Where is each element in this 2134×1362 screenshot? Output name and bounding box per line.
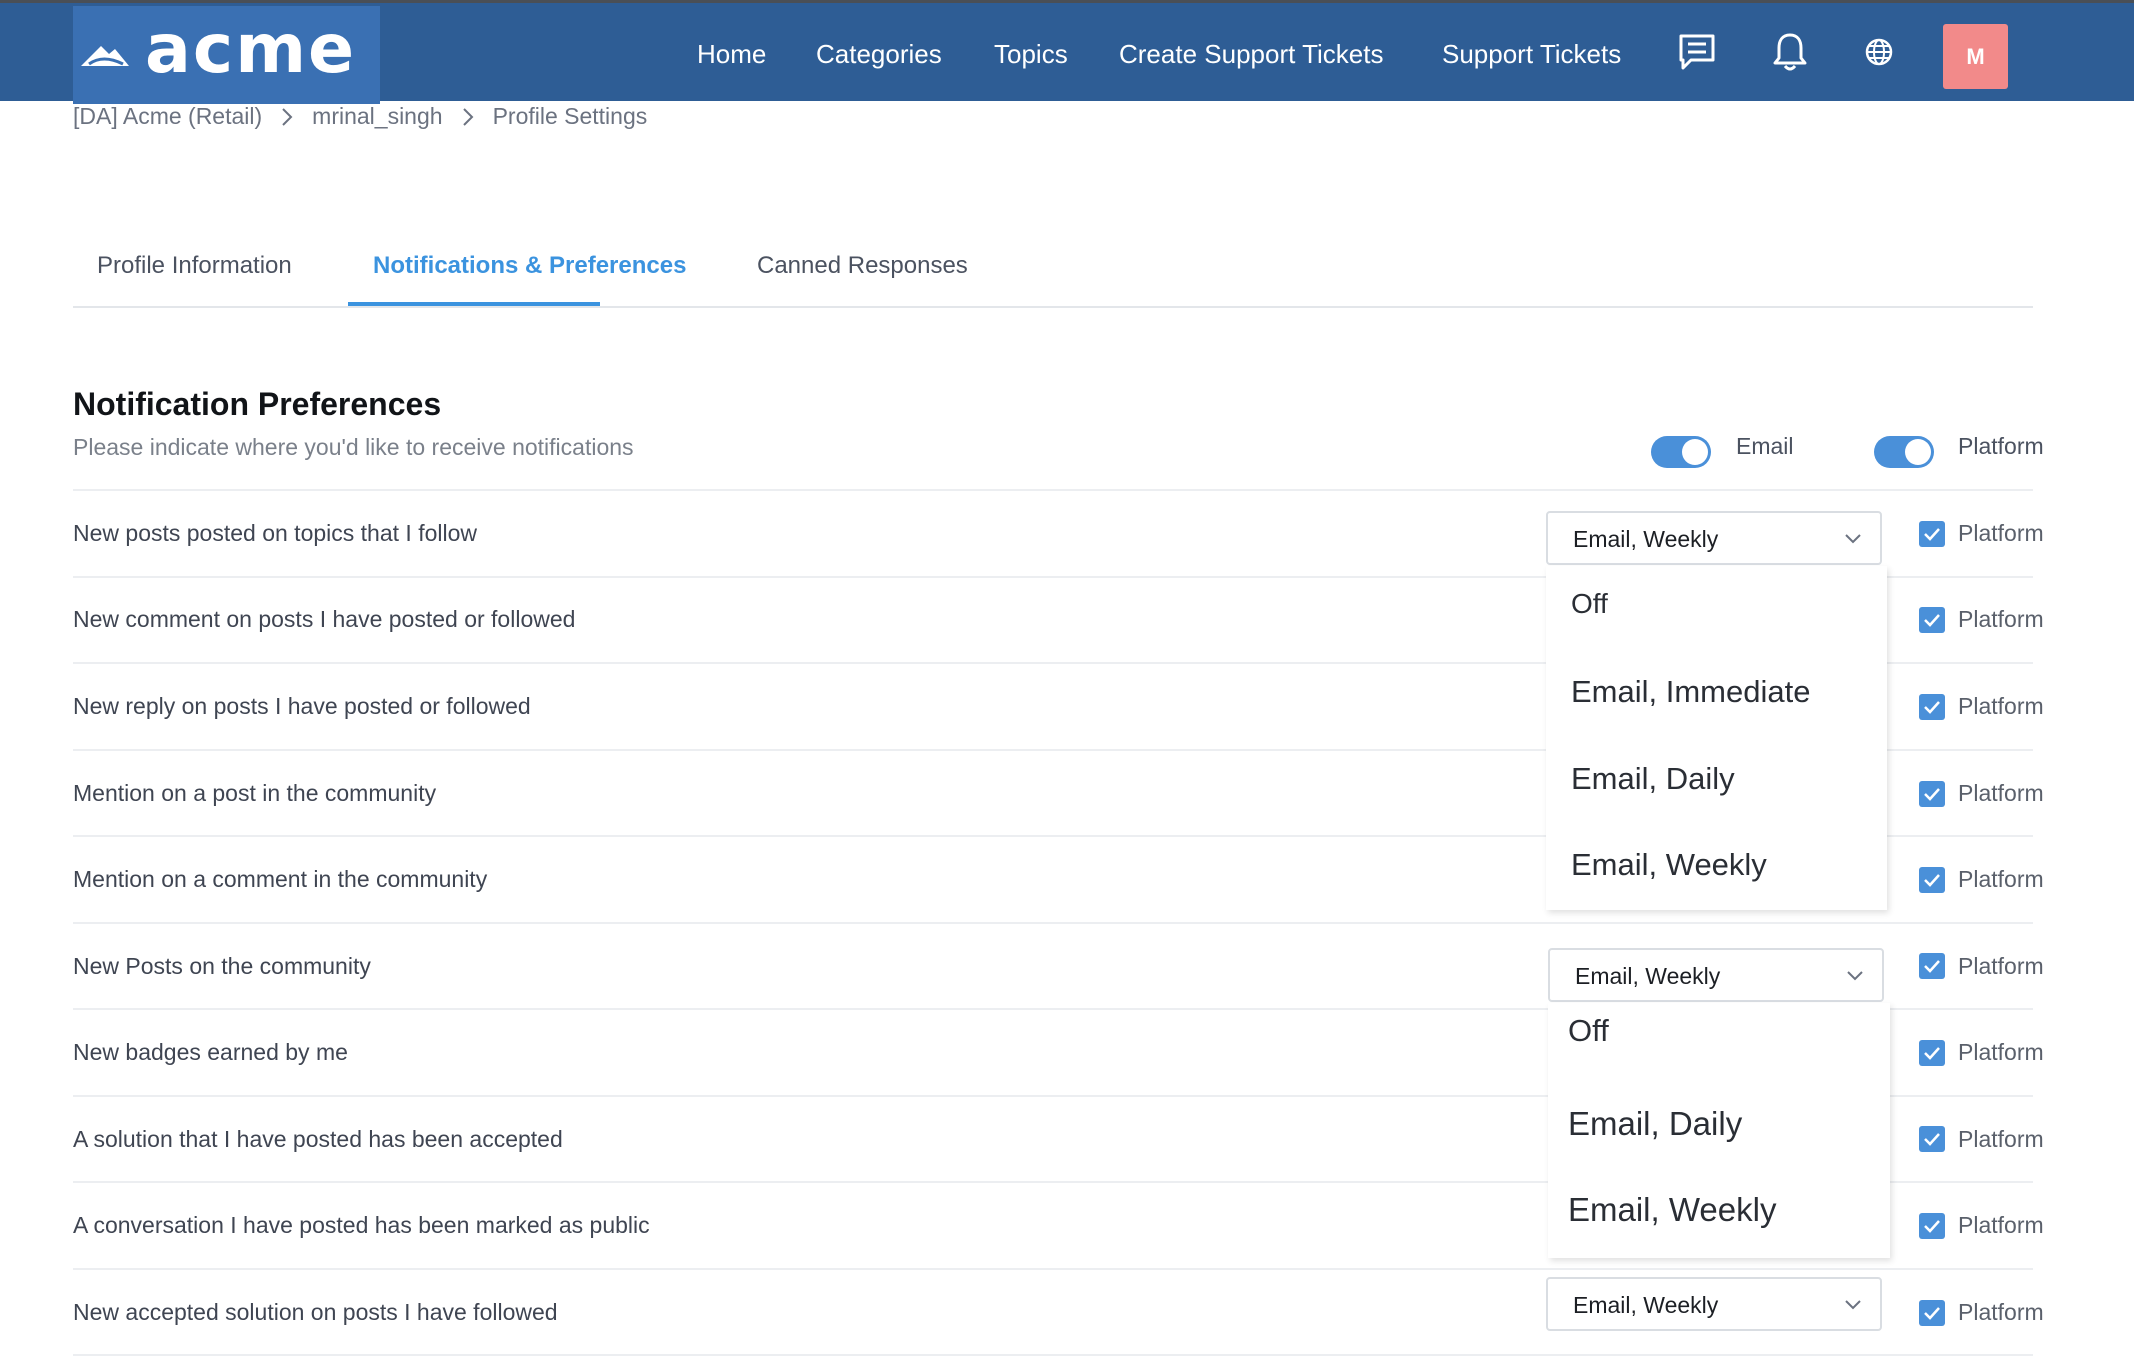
settings-tabs: Profile Information Notifications & Pref…: [73, 240, 2033, 308]
checkmark-icon: [1924, 874, 1940, 887]
platform-checkbox-label: Platform: [1958, 953, 2044, 979]
row-label: A conversation I have posted has been ma…: [73, 1212, 650, 1238]
breadcrumb: [DA] Acme (Retail) mrinal_singh Profile …: [73, 103, 647, 130]
breadcrumb-item-user[interactable]: mrinal_singh: [312, 103, 442, 130]
row-label: New Posts on the community: [73, 953, 371, 979]
row-label: Mention on a comment in the community: [73, 866, 488, 892]
tab-profile-information[interactable]: Profile Information: [97, 252, 292, 280]
active-tab-indicator: [348, 302, 600, 306]
row-label: New reply on posts I have posted or foll…: [73, 693, 531, 719]
platform-checkbox-label: Platform: [1958, 1212, 2044, 1238]
row-label: A solution that I have posted has been a…: [73, 1126, 563, 1152]
dropdown-option-email-immediate[interactable]: Email, Immediate: [1571, 674, 1810, 710]
mountain-logo-icon: [81, 46, 129, 66]
nav-create-support-tickets[interactable]: Create Support Tickets: [1119, 39, 1383, 70]
checkmark-icon: [1924, 1307, 1940, 1320]
platform-checkbox[interactable]: [1919, 1213, 1945, 1239]
selected-value: Email, Weekly: [1575, 963, 1721, 989]
platform-checkbox-label: Platform: [1958, 1126, 2044, 1152]
dropdown-option-email-weekly[interactable]: Email, Weekly: [1568, 1191, 1776, 1229]
email-frequency-select[interactable]: Email, Weekly: [1546, 1277, 1882, 1331]
platform-checkbox[interactable]: [1919, 607, 1945, 633]
toggle-knob: [1905, 439, 1931, 465]
platform-checkbox[interactable]: [1919, 781, 1945, 807]
email-toggle[interactable]: [1651, 436, 1711, 468]
row-label: New comment on posts I have posted or fo…: [73, 606, 576, 632]
email-frequency-dropdown: Off Email, Immediate Email, Daily Email,…: [1546, 566, 1887, 910]
checkmark-icon: [1924, 788, 1940, 801]
checkmark-icon: [1924, 1220, 1940, 1233]
platform-checkbox-label: Platform: [1958, 1299, 2044, 1325]
nav-home[interactable]: Home: [697, 39, 766, 70]
logo-text: acme: [145, 10, 357, 89]
section-subtitle: Please indicate where you'd like to rece…: [73, 434, 634, 460]
email-frequency-dropdown: Off Email, Daily Email, Weekly: [1548, 1003, 1890, 1258]
chat-icon[interactable]: [1674, 29, 1720, 75]
breadcrumb-item-community[interactable]: [DA] Acme (Retail): [73, 103, 262, 130]
checkmark-icon: [1924, 614, 1940, 627]
platform-toggle-label: Platform: [1958, 433, 2044, 459]
selected-value: Email, Weekly: [1573, 526, 1719, 552]
nav-topics[interactable]: Topics: [994, 39, 1068, 70]
platform-checkbox[interactable]: [1919, 521, 1945, 547]
chevron-right-icon: [282, 107, 293, 126]
nav-categories[interactable]: Categories: [816, 39, 942, 70]
dropdown-option-email-daily[interactable]: Email, Daily: [1568, 1105, 1742, 1143]
platform-checkbox-label: Platform: [1958, 1039, 2044, 1065]
platform-checkbox[interactable]: [1919, 953, 1945, 979]
row-divider: [73, 489, 2033, 491]
bell-icon[interactable]: [1767, 29, 1813, 75]
section-title: Notification Preferences: [73, 386, 442, 422]
row-label: New badges earned by me: [73, 1039, 348, 1065]
row-label: New posts posted on topics that I follow: [73, 520, 477, 546]
platform-checkbox-label: Platform: [1958, 780, 2044, 806]
checkmark-icon: [1924, 1047, 1940, 1060]
dropdown-option-email-daily[interactable]: Email, Daily: [1571, 761, 1735, 797]
tab-canned-responses[interactable]: Canned Responses: [757, 252, 968, 280]
chevron-down-icon: [1845, 1300, 1861, 1310]
checkmark-icon: [1924, 701, 1940, 714]
email-frequency-select[interactable]: Email, Weekly: [1546, 511, 1882, 565]
row-divider: [73, 1354, 2033, 1356]
nav-support-tickets[interactable]: Support Tickets: [1442, 39, 1621, 70]
dropdown-option-off[interactable]: Off: [1568, 1013, 1609, 1049]
chevron-down-icon: [1847, 971, 1863, 981]
breadcrumb-item-current: Profile Settings: [492, 103, 648, 129]
row-label: Mention on a post in the community: [73, 780, 437, 806]
platform-checkbox[interactable]: [1919, 694, 1945, 720]
toggle-knob: [1682, 439, 1708, 465]
checkmark-icon: [1924, 528, 1940, 541]
globe-icon[interactable]: [1856, 29, 1902, 75]
email-toggle-label: Email: [1736, 433, 1794, 459]
row-divider: [73, 1268, 2033, 1270]
platform-checkbox[interactable]: [1919, 1040, 1945, 1066]
platform-checkbox-label: Platform: [1958, 606, 2044, 632]
acme-logo[interactable]: acme: [73, 6, 380, 104]
checkmark-icon: [1924, 960, 1940, 973]
tab-notifications-preferences[interactable]: Notifications & Preferences: [373, 252, 686, 280]
platform-checkbox[interactable]: [1919, 1126, 1945, 1152]
email-frequency-select[interactable]: Email, Weekly: [1548, 948, 1884, 1002]
row-divider: [73, 922, 2033, 924]
platform-checkbox[interactable]: [1919, 867, 1945, 893]
platform-checkbox-label: Platform: [1958, 866, 2044, 892]
chevron-right-icon: [462, 107, 473, 126]
selected-value: Email, Weekly: [1573, 1292, 1719, 1318]
dropdown-option-email-weekly[interactable]: Email, Weekly: [1571, 847, 1767, 883]
user-avatar[interactable]: M: [1943, 24, 2008, 89]
platform-toggle[interactable]: [1874, 436, 1934, 468]
platform-checkbox-label: Platform: [1958, 520, 2044, 546]
platform-checkbox-label: Platform: [1958, 693, 2044, 719]
chevron-down-icon: [1845, 534, 1861, 544]
platform-checkbox[interactable]: [1919, 1300, 1945, 1326]
row-label: New accepted solution on posts I have fo…: [73, 1299, 558, 1325]
top-navigation-bar: acme Home Categories Topics Create Suppo…: [0, 0, 2134, 104]
checkmark-icon: [1924, 1133, 1940, 1146]
dropdown-option-off[interactable]: Off: [1571, 588, 1608, 620]
